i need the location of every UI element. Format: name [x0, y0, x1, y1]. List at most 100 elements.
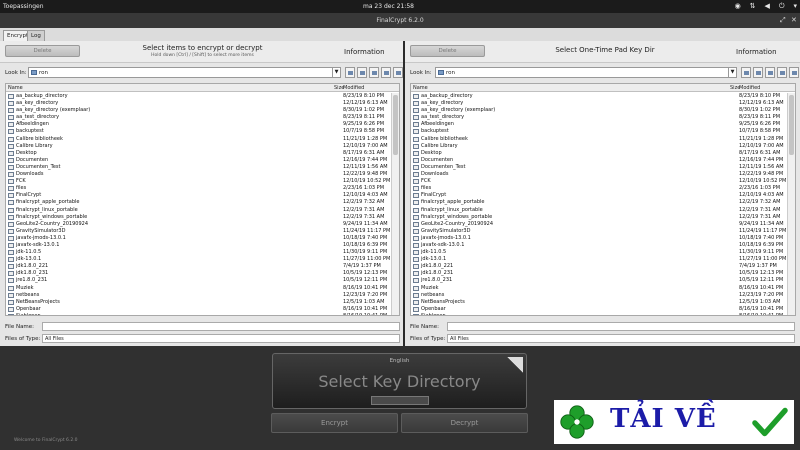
- table-row[interactable]: NetBeansProjects 12/5/19 1:03 AM: [6, 299, 399, 306]
- table-row[interactable]: Desktop 8/17/19 6:31 AM: [411, 150, 795, 157]
- table-row[interactable]: Calibre bibliotheek 11/21/19 1:28 PM: [6, 136, 399, 143]
- table-row[interactable]: jdk1.8.0_231 10/5/19 12:13 PM: [411, 270, 795, 277]
- vertical-scrollbar[interactable]: [391, 93, 399, 315]
- column-modified[interactable]: Modified: [343, 85, 364, 91]
- table-row[interactable]: Calibre bibliotheek 11/21/19 1:28 PM: [411, 136, 795, 143]
- table-row[interactable]: Documenten 12/16/19 7:44 PM: [411, 157, 795, 164]
- table-row[interactable]: FCK 12/10/19 10:52 PM: [411, 178, 795, 185]
- activities-button[interactable]: Toepassingen: [3, 3, 44, 10]
- table-row[interactable]: FinalCrypt 12/10/19 4:03 AM: [411, 192, 795, 199]
- table-row[interactable]: Calibre Library 12/10/19 7:00 AM: [411, 143, 795, 150]
- table-row[interactable]: Afbeeldingen 9/25/19 6:26 PM: [6, 121, 399, 128]
- table-row[interactable]: finalcrypt_linux_portable 12/2/19 7:31 AM: [411, 207, 795, 214]
- new-folder-icon[interactable]: [765, 67, 775, 78]
- key-status-display[interactable]: English Select Key Directory: [272, 353, 527, 409]
- table-row[interactable]: aa_key_directory (exemplaar) 8/30/19 1:02…: [411, 107, 795, 114]
- new-folder-icon[interactable]: [369, 67, 379, 78]
- list-view-icon[interactable]: [777, 67, 787, 78]
- table-row[interactable]: Sjablonen 8/16/19 10:41 PM: [411, 313, 795, 315]
- table-row[interactable]: Downloads 12/22/19 9:48 PM: [411, 171, 795, 178]
- delete-button[interactable]: Delete: [5, 45, 80, 57]
- table-row[interactable]: Sjablonen 8/16/19 10:41 PM: [6, 313, 399, 315]
- table-row[interactable]: backuptest 10/7/19 8:58 PM: [411, 128, 795, 135]
- scrollbar-thumb[interactable]: [393, 95, 398, 155]
- table-row[interactable]: GravitySimulator3D 11/24/19 11:17 PM: [6, 228, 399, 235]
- table-row[interactable]: javafx-jmods-13.0.1 10/18/19 7:40 PM: [411, 235, 795, 242]
- table-row[interactable]: aa_test_directory 8/23/19 8:11 PM: [411, 114, 795, 121]
- table-row[interactable]: finalcrypt_linux_portable 12/2/19 7:31 AM: [6, 207, 399, 214]
- table-row[interactable]: Documenten_Test 12/11/19 1:56 AM: [6, 164, 399, 171]
- table-row[interactable]: finalcrypt_windows_portable 12/2/19 7:31 …: [411, 214, 795, 221]
- details-view-icon[interactable]: [393, 67, 403, 78]
- table-row[interactable]: finalcrypt_windows_portable 12/2/19 7:31 …: [6, 214, 399, 221]
- table-row[interactable]: backuptest 10/7/19 8:58 PM: [6, 128, 399, 135]
- power-icon[interactable]: ⏻: [779, 2, 785, 11]
- chevron-down-icon[interactable]: ▼: [332, 68, 340, 77]
- delete-button[interactable]: Delete: [410, 45, 485, 57]
- table-row[interactable]: GeoLite2-Country_20190924 9/24/19 11:34 A…: [411, 221, 795, 228]
- vertical-scrollbar[interactable]: [787, 93, 795, 315]
- look-in-combo[interactable]: ron ▼: [435, 67, 737, 78]
- table-row[interactable]: Muziek 8/16/19 10:41 PM: [411, 285, 795, 292]
- column-name[interactable]: Name: [8, 85, 23, 91]
- table-row[interactable]: FinalCrypt 12/10/19 4:03 AM: [6, 192, 399, 199]
- table-row[interactable]: aa_key_directory 12/12/19 6:13 AM: [411, 100, 795, 107]
- network-icon[interactable]: ⇅: [750, 2, 756, 11]
- list-view-icon[interactable]: [381, 67, 391, 78]
- table-row[interactable]: jdk-11.0.5 11/30/19 9:11 PM: [411, 249, 795, 256]
- up-folder-icon[interactable]: [345, 67, 355, 78]
- table-row[interactable]: Documenten_Test 12/11/19 1:56 AM: [411, 164, 795, 171]
- table-row[interactable]: Downloads 12/22/19 9:48 PM: [6, 171, 399, 178]
- table-row[interactable]: netbeans 12/23/19 7:20 PM: [6, 292, 399, 299]
- chevron-down-icon[interactable]: ▼: [728, 68, 736, 77]
- table-row[interactable]: Openbaar 8/16/19 10:41 PM: [6, 306, 399, 313]
- up-folder-icon[interactable]: [741, 67, 751, 78]
- decrypt-button[interactable]: Decrypt: [401, 413, 528, 433]
- table-row[interactable]: finalcrypt_apple_portable 12/2/19 7:32 AM: [6, 199, 399, 206]
- table-row[interactable]: Openbaar 8/16/19 10:41 PM: [411, 306, 795, 313]
- table-row[interactable]: aa_test_directory 8/23/19 8:11 PM: [6, 114, 399, 121]
- table-row[interactable]: GravitySimulator3D 11/24/19 11:17 PM: [411, 228, 795, 235]
- table-row[interactable]: aa_key_directory 12/12/19 6:13 AM: [6, 100, 399, 107]
- table-row[interactable]: jdk-11.0.5 11/30/19 9:11 PM: [6, 249, 399, 256]
- maximize-icon[interactable]: ⤢: [780, 13, 786, 28]
- table-row[interactable]: FCK 12/10/19 10:52 PM: [6, 178, 399, 185]
- information-button[interactable]: Information: [736, 48, 777, 56]
- files-of-type-select[interactable]: All Files: [447, 334, 795, 343]
- table-row[interactable]: NetBeansProjects 12/5/19 1:03 AM: [411, 299, 795, 306]
- table-row[interactable]: files 2/23/16 1:03 PM: [6, 185, 399, 192]
- home-folder-icon[interactable]: [357, 67, 367, 78]
- table-row[interactable]: Afbeeldingen 9/25/19 6:26 PM: [411, 121, 795, 128]
- table-row[interactable]: files 2/23/16 1:03 PM: [411, 185, 795, 192]
- table-row[interactable]: Documenten 12/16/19 7:44 PM: [6, 157, 399, 164]
- file-list[interactable]: Name Size Modified aa_backup_directory 8/…: [410, 83, 796, 316]
- home-folder-icon[interactable]: [753, 67, 763, 78]
- table-row[interactable]: jdk-13.0.1 11/27/19 11:00 PM: [6, 256, 399, 263]
- accessibility-icon[interactable]: ◉: [735, 2, 741, 11]
- table-row[interactable]: Calibre Library 12/10/19 7:00 AM: [6, 143, 399, 150]
- table-row[interactable]: jdk-13.0.1 11/27/19 11:00 PM: [411, 256, 795, 263]
- table-row[interactable]: aa_backup_directory 8/23/19 8:10 PM: [6, 93, 399, 100]
- table-row[interactable]: jdk1.8.0_221 7/4/19 1:37 PM: [411, 263, 795, 270]
- files-of-type-select[interactable]: All Files: [42, 334, 400, 343]
- table-row[interactable]: Muziek 8/16/19 10:41 PM: [6, 285, 399, 292]
- close-icon[interactable]: ✕: [791, 13, 797, 28]
- table-row[interactable]: javafx-sdk-13.0.1 10/18/19 6:39 PM: [411, 242, 795, 249]
- table-row[interactable]: GeoLite2-Country_20190924 9/24/19 11:34 A…: [6, 221, 399, 228]
- language-selector[interactable]: English: [273, 358, 526, 364]
- file-list[interactable]: Name Size Modified aa_backup_directory 8/…: [5, 83, 400, 316]
- table-row[interactable]: jdk1.8.0_231 10/5/19 12:13 PM: [6, 270, 399, 277]
- table-row[interactable]: aa_backup_directory 8/23/19 8:10 PM: [411, 93, 795, 100]
- column-name[interactable]: Name: [413, 85, 428, 91]
- table-row[interactable]: jre1.8.0_231 10/5/19 12:11 PM: [411, 277, 795, 284]
- column-modified[interactable]: Modified: [739, 85, 760, 91]
- file-name-field[interactable]: [447, 322, 795, 331]
- menu-arrow-icon[interactable]: ▾: [793, 2, 797, 11]
- details-view-icon[interactable]: [789, 67, 799, 78]
- tab-log[interactable]: Log: [27, 30, 45, 41]
- table-row[interactable]: netbeans 12/23/19 7:20 PM: [411, 292, 795, 299]
- table-row[interactable]: jre1.8.0_231 10/5/19 12:11 PM: [6, 277, 399, 284]
- table-row[interactable]: aa_key_directory (exemplaar) 8/30/19 1:02…: [6, 107, 399, 114]
- file-name-field[interactable]: [42, 322, 400, 331]
- volume-icon[interactable]: ◀: [765, 2, 770, 11]
